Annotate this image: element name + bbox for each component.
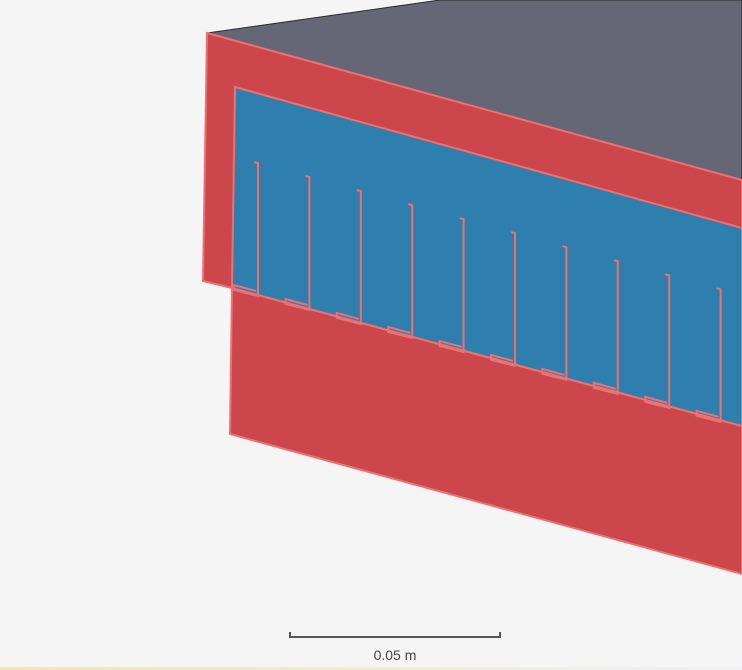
scale-bar (289, 632, 501, 638)
3d-viewport[interactable]: 0.05 m (0, 0, 742, 670)
scale-bar-tick-left (289, 632, 291, 638)
scale-bar-line (289, 636, 501, 638)
scale-bar-tick-right (499, 632, 501, 638)
scale-label: 0.05 m (373, 647, 417, 663)
heatsink-model[interactable] (0, 0, 742, 670)
